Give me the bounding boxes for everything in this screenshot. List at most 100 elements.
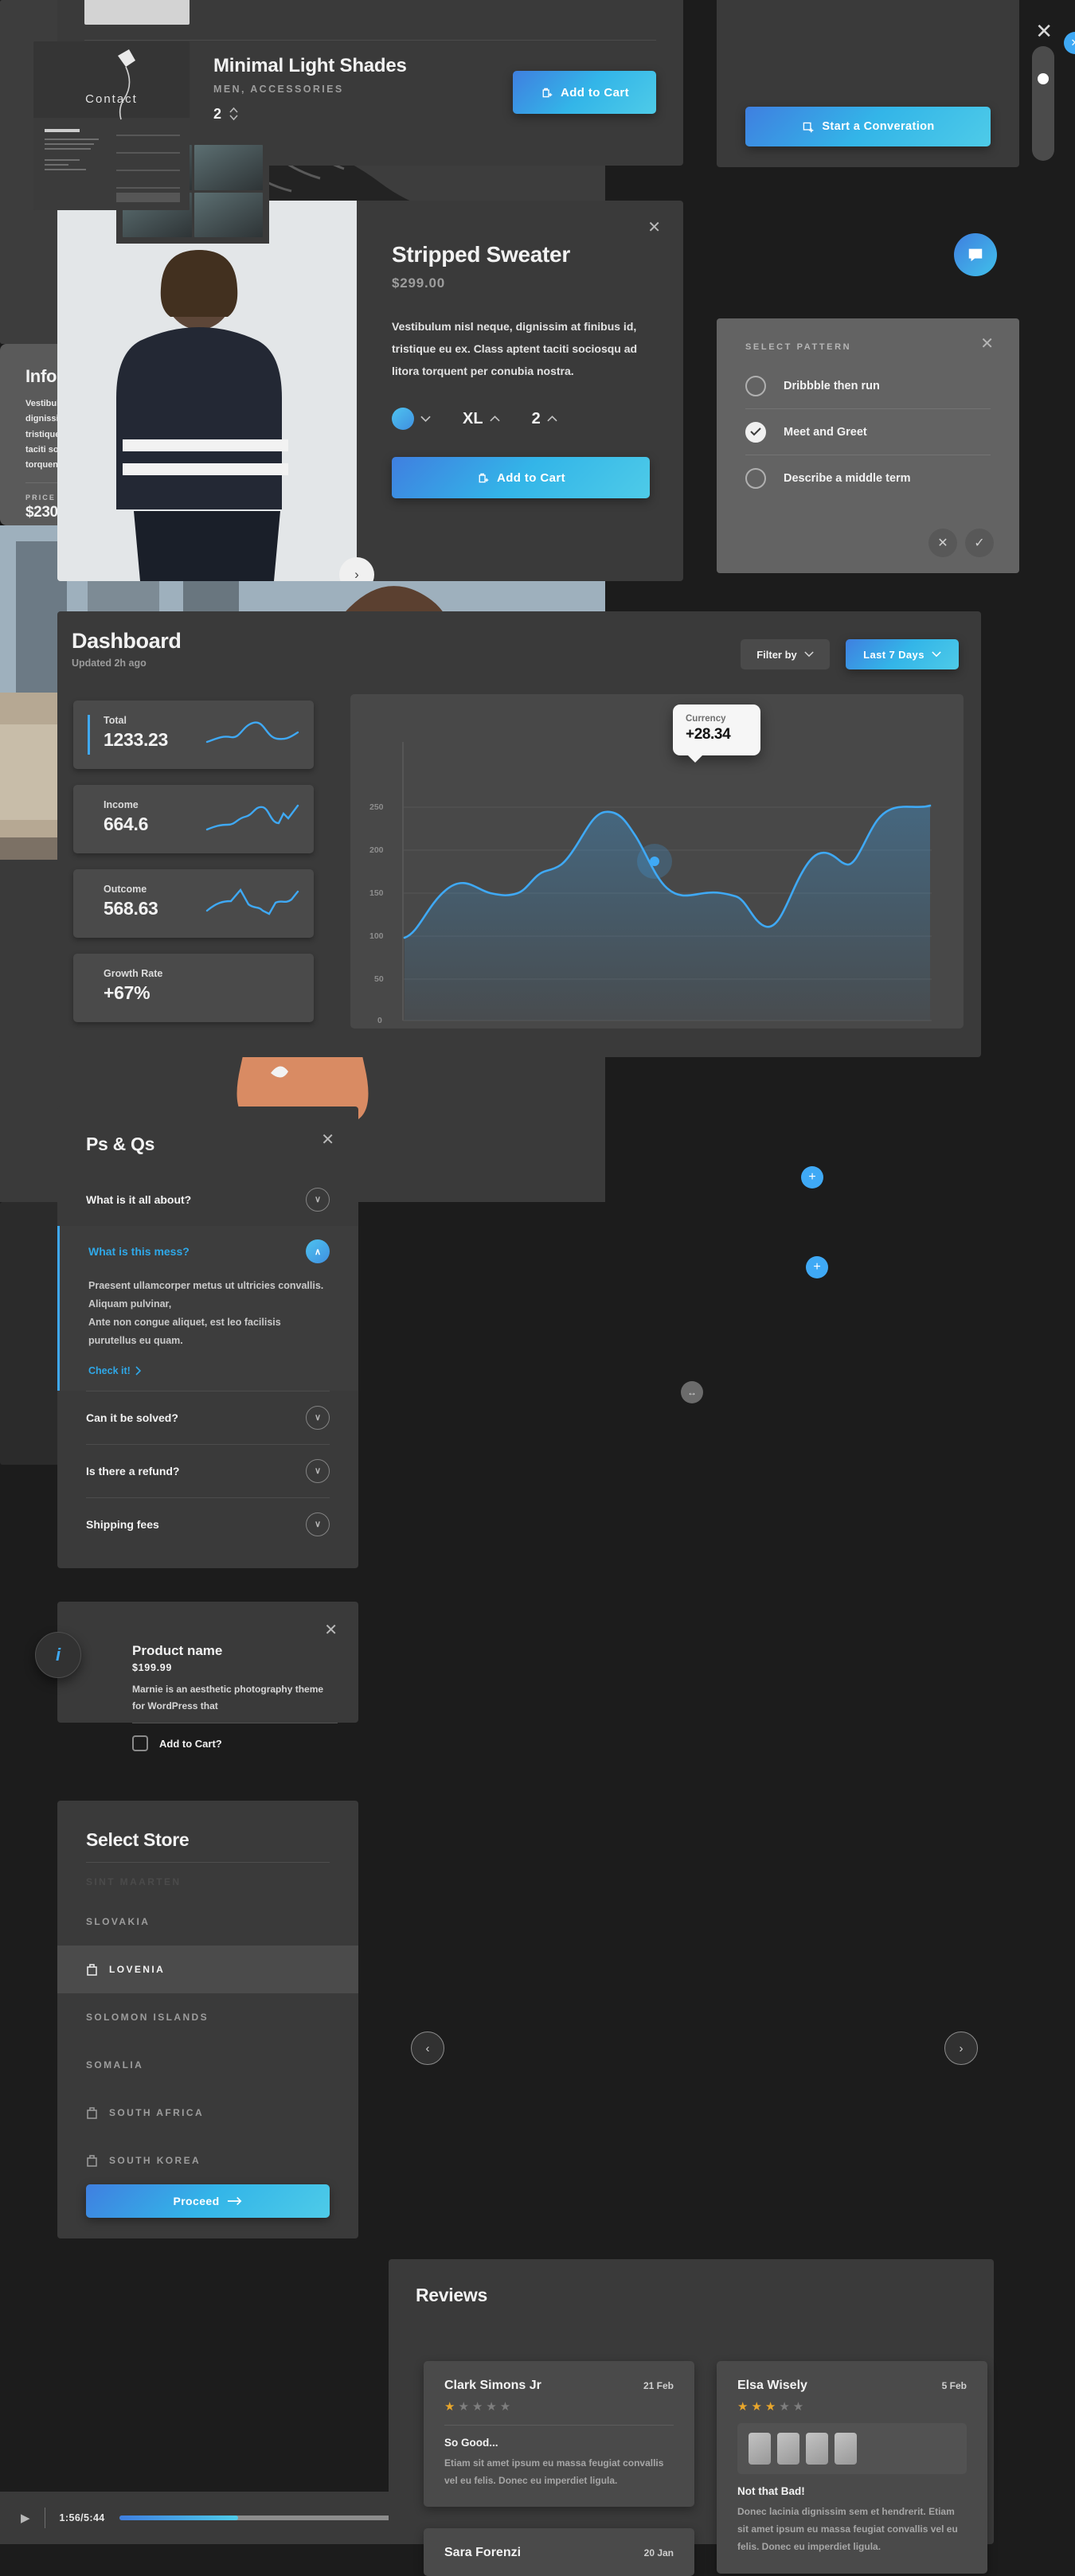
confirm-button[interactable]: ✓ bbox=[965, 529, 994, 557]
pattern-option[interactable]: Meet and Greet bbox=[745, 409, 991, 455]
product-card-description: Marnie is an aesthetic photography theme… bbox=[132, 1684, 324, 1711]
cart-item-category: MEN, ACCESSORIES bbox=[213, 83, 344, 95]
chevron-up-icon[interactable]: ∧ bbox=[306, 1239, 330, 1263]
filter-by-label: Filter by bbox=[756, 648, 797, 661]
info-stat-value: $230 bbox=[25, 504, 58, 521]
add-to-cart-checkbox-row[interactable]: Add to Cart? bbox=[132, 1735, 222, 1751]
cancel-button[interactable]: ✕ bbox=[928, 529, 957, 557]
date-range-button[interactable]: Last 7 Days bbox=[846, 639, 959, 669]
store-item-3[interactable]: SOLOMON ISLANDS bbox=[57, 1993, 358, 2041]
filter-by-button[interactable]: Filter by bbox=[741, 639, 830, 669]
close-icon[interactable]: ✕ bbox=[324, 1622, 338, 1638]
product-detail-body: Stripped Sweater $299.00 Vestibulum nisl… bbox=[392, 201, 683, 498]
next-photo-button[interactable]: › bbox=[339, 557, 374, 581]
store-item-4[interactable]: SOMALIA bbox=[57, 2041, 358, 2089]
chevron-down-icon[interactable]: ∨ bbox=[306, 1512, 330, 1536]
color-selector[interactable] bbox=[392, 408, 431, 430]
store-item-label: SOUTH AFRICA bbox=[109, 2107, 205, 2118]
product-card-title: Product name bbox=[132, 1643, 223, 1658]
store-item-label: SOLOMON ISLANDS bbox=[86, 2012, 209, 2023]
attachment-thumb[interactable] bbox=[749, 2433, 771, 2465]
info-stat-key: PRICE bbox=[25, 494, 57, 502]
faq-title: Ps & Qs bbox=[86, 1134, 155, 1154]
product-detail-panel: › Stripped Sweater $299.00 Vestibulum ni… bbox=[57, 201, 683, 581]
chevron-up-icon bbox=[547, 415, 557, 421]
add-to-cart-button[interactable]: Add to Cart bbox=[513, 71, 656, 114]
review-author: Elsa Wisely bbox=[737, 2379, 807, 2392]
hotspot-resize-icon[interactable]: ↔ bbox=[681, 1381, 703, 1403]
faq-question: Is there a refund? bbox=[86, 1464, 180, 1477]
size-selector[interactable]: XL bbox=[463, 410, 500, 428]
product-name-card: i Product name $199.99 Marnie is an aest… bbox=[35, 1602, 358, 1751]
attachment-thumb[interactable] bbox=[835, 2433, 857, 2465]
faq-question: Can it be solved? bbox=[86, 1411, 178, 1424]
chat-fab-button[interactable] bbox=[954, 233, 997, 276]
faq-item-2[interactable]: Can it be solved? ∨ bbox=[86, 1390, 330, 1444]
quantity-selector[interactable]: 2 bbox=[532, 410, 557, 428]
hotspot-add-icon[interactable]: + bbox=[801, 1166, 823, 1188]
stat-card-income[interactable]: Income 664.6 bbox=[73, 785, 314, 853]
pattern-option[interactable]: Describe a middle term bbox=[745, 455, 991, 502]
product-photo bbox=[57, 201, 357, 581]
add-to-cart-label: Add to Cart bbox=[496, 470, 566, 485]
cart-quantity-value: 2 bbox=[213, 105, 222, 122]
reviews-panel: Reviews Clark Simons Jr 21 Feb ★★★★★ So … bbox=[389, 2259, 994, 2576]
chevron-down-icon[interactable]: ∨ bbox=[306, 1458, 330, 1483]
store-item-0[interactable]: SINT MAARTEN bbox=[57, 1866, 358, 1898]
faq-item-1[interactable]: What is this mess? ∧ Praesent ullamcorpe… bbox=[57, 1226, 358, 1391]
store-item-label: SLOVAKIA bbox=[86, 1916, 150, 1927]
stat-card-growth-rate[interactable]: Growth Rate +67% bbox=[73, 954, 314, 1022]
store-item-5[interactable]: SOUTH AFRICA bbox=[57, 2089, 358, 2137]
faq-item-3[interactable]: Is there a refund? ∨ bbox=[86, 1443, 330, 1497]
stat-label: Outcome bbox=[104, 884, 147, 895]
sparkline-income bbox=[205, 804, 299, 831]
new-message-icon bbox=[803, 122, 814, 132]
store-item-1[interactable]: SLOVAKIA bbox=[57, 1898, 358, 1946]
slider-prev-button[interactable]: ‹ bbox=[411, 2032, 444, 2065]
radio-checked-icon bbox=[745, 421, 766, 443]
faq-item-0[interactable]: What is it all about? ∨ bbox=[86, 1173, 330, 1226]
checkbox-icon[interactable] bbox=[132, 1735, 148, 1751]
stepper-arrows-icon[interactable] bbox=[229, 106, 239, 122]
quantity-value: 2 bbox=[531, 409, 541, 427]
faq-item-4[interactable]: Shipping fees ∨ bbox=[86, 1497, 330, 1551]
check-icon bbox=[750, 427, 761, 436]
close-icon[interactable]: ✕ bbox=[1064, 32, 1075, 54]
store-bag-icon bbox=[87, 2107, 97, 2119]
stat-card-total[interactable]: Total 1233.23 bbox=[73, 701, 314, 769]
store-item-2[interactable]: LOVENIA bbox=[57, 1946, 358, 1993]
proceed-button[interactable]: Proceed bbox=[86, 2184, 330, 2218]
faq-link[interactable]: Check it! bbox=[88, 1356, 330, 1391]
tooltip-label: Currency bbox=[686, 714, 726, 724]
slider-next-button[interactable]: › bbox=[944, 2032, 978, 2065]
arrow-right-icon bbox=[227, 2196, 241, 2206]
stat-value: 568.63 bbox=[104, 898, 158, 919]
review-rating: ★★★★★ bbox=[737, 2400, 807, 2414]
tooltip-value: +28.34 bbox=[686, 726, 731, 743]
review-text: Etiam sit amet ipsum eu massa feugiat co… bbox=[444, 2457, 664, 2487]
chevron-down-icon[interactable]: ∨ bbox=[306, 1405, 330, 1430]
info-stat-price: PRICE $230 bbox=[25, 494, 58, 521]
chevron-down-icon bbox=[804, 651, 814, 658]
chevron-down-icon[interactable]: ∨ bbox=[306, 1187, 330, 1212]
hotspot-add-icon[interactable]: + bbox=[806, 1256, 828, 1278]
faq-question: Shipping fees bbox=[86, 1517, 159, 1531]
add-to-cart-button[interactable]: Add to Cart bbox=[392, 457, 650, 498]
stat-card-outcome[interactable]: Outcome 568.63 bbox=[73, 869, 314, 938]
store-item-6[interactable]: SOUTH KOREA bbox=[57, 2137, 358, 2184]
product-description: Vestibulum nisl neque, dignissim at fini… bbox=[392, 320, 638, 377]
attachment-thumb[interactable] bbox=[777, 2433, 799, 2465]
pattern-option[interactable]: Dribbble then run bbox=[745, 363, 991, 409]
store-item-label: SINT MAARTEN bbox=[86, 1876, 182, 1887]
start-conversation-button[interactable]: Start a Converation bbox=[745, 107, 991, 146]
close-icon[interactable]: ✕ bbox=[321, 1132, 334, 1148]
review-subject: Not that Bad! bbox=[737, 2485, 805, 2497]
stat-label: Income bbox=[104, 799, 139, 810]
divider bbox=[444, 2425, 674, 2426]
close-icon[interactable]: ✕ bbox=[980, 336, 994, 352]
attachment-thumb[interactable] bbox=[806, 2433, 828, 2465]
store-item-label: LOVENIA bbox=[109, 1964, 166, 1975]
review-card-0: Clark Simons Jr 21 Feb ★★★★★ So Good... … bbox=[424, 2361, 694, 2508]
chart-tooltip: Currency +28.34 bbox=[673, 704, 760, 763]
close-icon[interactable]: ✕ bbox=[647, 220, 661, 236]
